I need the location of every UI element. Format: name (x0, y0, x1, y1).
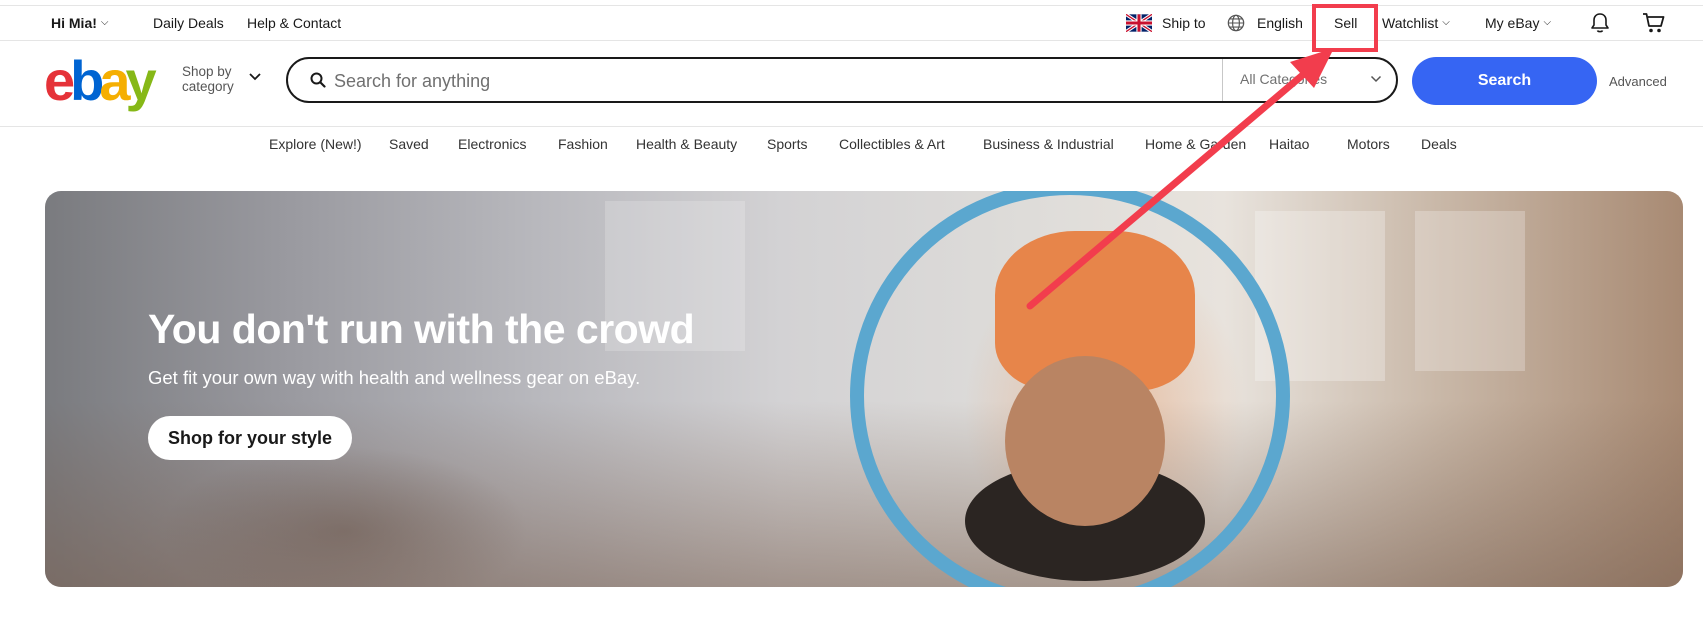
user-greeting: Hi Mia! (51, 15, 97, 31)
search-bar: All Categories (286, 57, 1398, 103)
bell-icon (1591, 13, 1609, 33)
nav-home-garden[interactable]: Home & Garden (1145, 136, 1246, 152)
language-button[interactable]: English (1227, 6, 1303, 40)
hero-subtitle: Get fit your own way with health and wel… (148, 367, 641, 388)
chevron-down-icon: ⌵ (1543, 17, 1552, 28)
nav-business-industrial[interactable]: Business & Industrial (983, 136, 1114, 152)
category-nav: Explore (New!) Saved Electronics Fashion… (0, 136, 1703, 160)
help-contact-link[interactable]: Help & Contact (247, 6, 341, 40)
advanced-search-link[interactable]: Advanced (1609, 74, 1667, 89)
user-greeting-menu[interactable]: Hi Mia! ⌵ (51, 6, 108, 40)
ebay-logo[interactable]: ebay (44, 54, 174, 112)
ship-to-label: Ship to (1162, 15, 1206, 31)
top-utility-bar: Hi Mia! ⌵ Daily Deals Help & Contact Shi… (0, 5, 1703, 41)
nav-haitao[interactable]: Haitao (1269, 136, 1309, 152)
nav-health-beauty[interactable]: Health & Beauty (636, 136, 737, 152)
chevron-down-icon[interactable] (1370, 75, 1382, 83)
chevron-down-icon: ⌵ (100, 17, 109, 28)
nav-explore[interactable]: Explore (New!) (269, 136, 362, 152)
search-button[interactable]: Search (1412, 57, 1597, 105)
category-select[interactable]: All Categories (1240, 71, 1327, 87)
hero-banner[interactable]: You don't run with the crowd Get fit you… (45, 191, 1683, 587)
hero-title: You don't run with the crowd (148, 306, 695, 352)
my-ebay-menu[interactable]: My eBay ⌵ (1485, 6, 1551, 40)
nav-collectibles-art[interactable]: Collectibles & Art (839, 136, 945, 152)
nav-sports[interactable]: Sports (767, 136, 807, 152)
logo-letter-y: y (126, 54, 157, 112)
cart-icon (1643, 13, 1665, 33)
ship-to-button[interactable]: Ship to (1126, 6, 1206, 40)
chevron-down-icon[interactable] (248, 72, 262, 82)
shop-style-button[interactable]: Shop for your style (148, 416, 352, 460)
uk-flag-icon (1126, 14, 1152, 32)
nav-saved[interactable]: Saved (389, 136, 429, 152)
chevron-down-icon: ⌵ (1442, 17, 1450, 28)
logo-letter-b: b (70, 54, 102, 112)
nav-motors[interactable]: Motors (1347, 136, 1390, 152)
site-header: ebay Shop by category All Categories Sea… (0, 40, 1703, 127)
search-input[interactable] (332, 67, 1086, 95)
search-icon (310, 72, 326, 88)
my-ebay-label: My eBay (1485, 15, 1540, 31)
svg-text:ebay: ebay (44, 54, 157, 112)
nav-deals[interactable]: Deals (1421, 136, 1457, 152)
nav-electronics[interactable]: Electronics (458, 136, 526, 152)
language-label: English (1257, 15, 1303, 31)
watchlist-menu[interactable]: Watchlist ⌵ (1382, 6, 1450, 40)
watchlist-label: Watchlist (1382, 15, 1439, 31)
shop-by-category-button[interactable]: Shop by category (182, 64, 234, 94)
sell-highlight-box (1312, 4, 1378, 52)
shop-by-line2: category (182, 79, 234, 94)
notifications-button[interactable] (1590, 6, 1610, 40)
nav-fashion[interactable]: Fashion (558, 136, 608, 152)
cart-button[interactable] (1642, 6, 1666, 40)
daily-deals-link[interactable]: Daily Deals (153, 6, 224, 40)
search-divider (1222, 59, 1223, 101)
hero-pilates-ring (850, 191, 1290, 587)
shop-by-line1: Shop by (182, 64, 232, 79)
hero-window-shape (1415, 211, 1525, 371)
globe-icon (1227, 14, 1245, 32)
